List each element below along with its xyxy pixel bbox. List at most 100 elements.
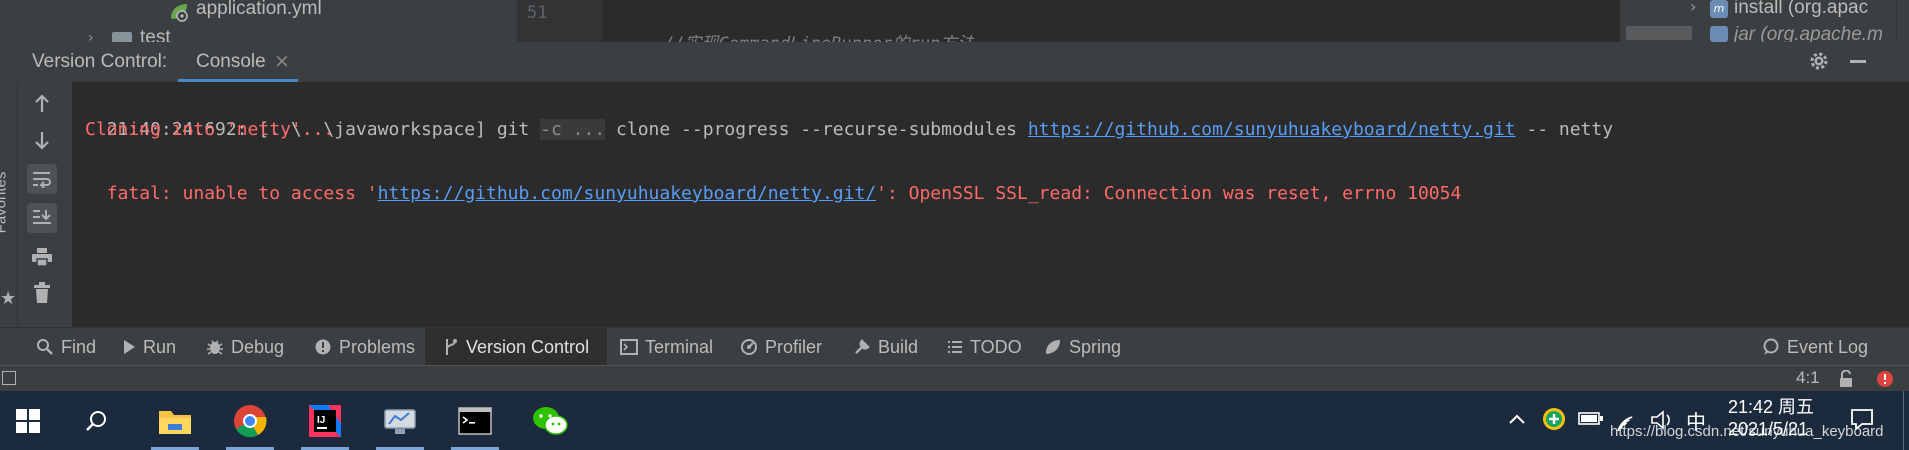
battery-icon[interactable]	[1578, 411, 1604, 427]
start-button[interactable]	[0, 391, 56, 450]
csdn-watermark: https://blog.csdn.net/sunyuhua_keyboard	[1610, 423, 1884, 440]
taskbar-network-app[interactable]	[372, 391, 428, 450]
tab-terminal[interactable]: Terminal	[620, 328, 713, 366]
taskbar-cmd[interactable]	[447, 391, 503, 450]
taskbar-file-explorer[interactable]	[147, 391, 203, 450]
error-indicator-icon[interactable]	[1876, 370, 1894, 388]
taskbar-search-button[interactable]	[68, 391, 124, 450]
tab-debug[interactable]: Debug	[206, 328, 284, 366]
tab-problems[interactable]: Problems	[314, 328, 415, 366]
tab-version-control[interactable]: Version Control	[425, 328, 608, 366]
network-app-icon	[384, 408, 416, 434]
editor-area[interactable]: //实现CommandLineRunner的run方法	[602, 0, 1620, 42]
svg-text:IJ: IJ	[317, 415, 325, 426]
status-bar: 4:1	[0, 365, 1909, 392]
problems-icon	[315, 339, 331, 355]
tool-window-title: Version Control:	[32, 51, 168, 72]
tab-build[interactable]: Build	[853, 328, 918, 366]
tab-spring-label: Spring	[1069, 336, 1122, 357]
debug-icon	[207, 340, 223, 355]
show-desktop-button[interactable]	[1903, 391, 1909, 450]
cmd-icon	[458, 406, 492, 435]
scroll-to-end-icon[interactable]	[27, 203, 57, 233]
maven-goal-icon: m	[1710, 0, 1728, 18]
build-icon	[855, 339, 870, 354]
error-suffix: ': OpenSSL SSL_read: Connection was rese…	[876, 183, 1462, 204]
file-explorer-icon	[159, 410, 191, 434]
tab-console-label: Console	[196, 51, 266, 72]
project-pane: application.yml › test	[0, 0, 517, 46]
event-log-icon	[1763, 338, 1779, 355]
cursor-position[interactable]: 4:1	[1796, 368, 1820, 388]
file-tree-item-application-yml[interactable]: application.yml	[196, 0, 322, 20]
maven-pane: › m install (org.apac jar (org.apache.m	[1690, 0, 1909, 42]
repo-link[interactable]: https://github.com/sunyuhuakeyboard/nett…	[1028, 119, 1516, 140]
tab-find[interactable]: Find	[36, 328, 96, 366]
tray-add-icon[interactable]	[1542, 407, 1566, 431]
taskbar-chrome[interactable]	[222, 391, 278, 450]
tab-console[interactable]: Console ×	[178, 42, 298, 82]
tab-build-label: Build	[878, 336, 919, 357]
run-icon	[124, 340, 135, 354]
tool-window-bar: Find Run Debug Problems Version Control …	[0, 327, 1909, 366]
tab-profiler-label: Profiler	[765, 336, 823, 357]
console-line-cloning: Cloning into 'netty'...	[85, 119, 335, 140]
folder-icon	[112, 32, 132, 42]
print-icon[interactable]	[27, 242, 57, 272]
maven-item-install[interactable]: install (org.apac	[1734, 0, 1909, 19]
tab-run[interactable]: Run	[122, 328, 176, 366]
tab-problems-label: Problems	[339, 336, 416, 357]
gear-icon[interactable]	[1808, 50, 1830, 72]
line-number: 51	[527, 3, 548, 23]
tab-terminal-label: Terminal	[645, 336, 714, 357]
folded-args[interactable]: -c ...	[540, 119, 606, 140]
todo-icon	[948, 341, 962, 353]
tab-version-control-label: Version Control	[466, 336, 590, 357]
tab-event-log-label: Event Log	[1787, 336, 1869, 357]
tab-event-log[interactable]: Event Log	[1762, 328, 1868, 366]
favorites-strip: Favorites ★	[0, 82, 18, 327]
terminal-icon	[620, 339, 638, 355]
tab-spring[interactable]: Spring	[1044, 328, 1121, 366]
command-suffix: -- netty	[1515, 119, 1614, 140]
tab-todo[interactable]: TODO	[947, 328, 1022, 366]
lock-icon[interactable]	[1838, 369, 1854, 388]
maven-item-jar[interactable]: jar (org.apache.m	[1734, 24, 1909, 42]
clock-time[interactable]: 21:42 周五	[1728, 393, 1814, 419]
file-tree-item-test[interactable]: test	[140, 27, 171, 42]
tool-window-header: Version Control: Console ×	[0, 42, 1909, 83]
command-middle: clone --progress --recurse-submodules	[605, 119, 1028, 140]
arrow-down-icon[interactable]	[27, 125, 57, 155]
chrome-icon	[234, 404, 267, 437]
spring-yaml-icon	[168, 2, 190, 22]
right-edge-strip	[1896, 0, 1909, 42]
profiler-icon	[741, 339, 757, 355]
editor-gutter: 51	[517, 0, 602, 42]
tab-debug-label: Debug	[231, 336, 285, 357]
star-icon[interactable]: ★	[0, 288, 16, 309]
tab-todo-label: TODO	[970, 336, 1022, 357]
vcs-icon	[446, 339, 457, 355]
maven-goal-icon	[1710, 26, 1728, 42]
tab-find-label: Find	[61, 336, 97, 357]
search-icon	[37, 339, 53, 355]
tab-profiler[interactable]: Profiler	[740, 328, 822, 366]
taskbar-intellij[interactable]: IJ	[297, 391, 353, 450]
tab-run-label: Run	[143, 336, 177, 357]
soft-wrap-icon[interactable]	[27, 164, 57, 194]
taskbar-wechat[interactable]	[522, 391, 578, 450]
minimize-icon[interactable]	[1850, 60, 1866, 63]
arrow-up-icon[interactable]	[27, 89, 57, 119]
search-icon	[86, 410, 106, 431]
windows-logo-icon	[16, 408, 40, 433]
tool-windows-toggle-icon[interactable]	[2, 371, 16, 385]
spring-icon	[1046, 340, 1060, 354]
intellij-icon: IJ	[309, 404, 341, 437]
chevron-right-icon[interactable]: ›	[1690, 0, 1696, 16]
trash-icon[interactable]	[27, 278, 57, 308]
favorites-tab[interactable]: Favorites	[0, 172, 9, 234]
error-repo-link[interactable]: https://github.com/sunyuhuakeyboard/nett…	[378, 183, 877, 204]
close-icon[interactable]: ×	[274, 50, 290, 72]
chevron-up-icon[interactable]	[1508, 411, 1526, 425]
editor-scrollbar[interactable]	[1620, 0, 1698, 42]
